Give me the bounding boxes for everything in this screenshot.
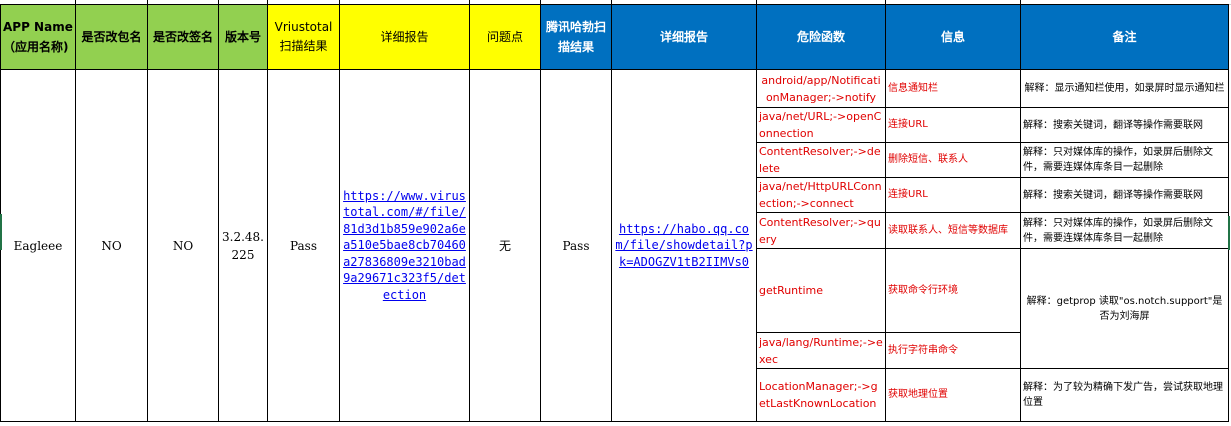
cell-remark[interactable]: 解释：getprop 读取"os.notch.support"是否为刘海屏 <box>1020 248 1229 369</box>
cell-issue[interactable]: 无 <box>469 69 541 422</box>
header-danger-func[interactable]: 危险函数 <box>756 4 886 70</box>
cell-danger-func[interactable]: android/app/NotificationManager;->notify <box>756 69 886 108</box>
tencent-report-link[interactable]: https://habo.qq.com/file/showdetail?pk=A… <box>611 69 757 422</box>
cell-info[interactable]: 连接URL <box>885 177 1021 213</box>
header-version[interactable]: 版本号 <box>218 4 268 70</box>
cell-info[interactable]: 获取命令行环境 <box>885 248 1021 333</box>
cell-danger-func[interactable]: ContentResolver;->query <box>756 212 886 249</box>
header-tencent[interactable]: 腾讯哈勃扫描结果 <box>540 4 612 70</box>
cell-virustotal[interactable]: Pass <box>267 69 340 422</box>
cell-danger-func[interactable]: ContentResolver;->delete <box>756 142 886 178</box>
virustotal-report-link[interactable]: https://www.virustotal.com/#/file/81d3d1… <box>339 69 470 422</box>
cell-info[interactable]: 连接URL <box>885 107 1021 143</box>
cell-info[interactable]: 读取联系人、短信等数据库 <box>885 212 1021 249</box>
cell-danger-func[interactable]: LocationManager;->getLastKnownLocation <box>756 368 886 422</box>
cell-remark[interactable]: 解释：为了较为精确下发广告，尝试获取地理位置 <box>1020 368 1229 422</box>
cell-info[interactable]: 信息通知栏 <box>885 69 1021 108</box>
cell-remark[interactable]: 解释：搜索关键词，翻译等操作需要联网 <box>1020 107 1229 143</box>
selection-marker-left <box>0 214 2 250</box>
cell-remark[interactable]: 解释：只对媒体库的操作，如录屏后删除文件，需要连媒体库条目一起删除 <box>1020 142 1229 178</box>
spreadsheet-table: APP Name（应用名称) 是否改包名 是否改签名 版本号 Vriustota… <box>0 4 1229 422</box>
cell-app-name[interactable]: Eagleee <box>0 69 76 422</box>
selection-marker-right <box>1228 216 1230 250</box>
cell-danger-func[interactable]: java/net/URL;->openConnection <box>756 107 886 143</box>
header-signature-changed[interactable]: 是否改签名 <box>147 4 219 70</box>
cell-remark[interactable]: 解释：显示通知栏使用，如录屏时显示通知栏 <box>1020 69 1229 108</box>
cell-signature-changed[interactable]: NO <box>147 69 219 422</box>
header-tencent-report[interactable]: 详细报告 <box>611 4 757 70</box>
header-app-name[interactable]: APP Name（应用名称) <box>0 4 76 70</box>
header-info[interactable]: 信息 <box>885 4 1021 70</box>
header-virustotal[interactable]: Vriustotal扫描结果 <box>267 4 340 70</box>
cell-danger-func[interactable]: java/lang/Runtime;->exec <box>756 332 886 369</box>
header-virustotal-report[interactable]: 详细报告 <box>339 4 470 70</box>
header-package-changed[interactable]: 是否改包名 <box>75 4 148 70</box>
cell-package-changed[interactable]: NO <box>75 69 148 422</box>
cell-info[interactable]: 删除短信、联系人 <box>885 142 1021 178</box>
cell-version[interactable]: 3.2.48.225 <box>218 69 268 422</box>
cell-info[interactable]: 获取地理位置 <box>885 368 1021 422</box>
header-row: APP Name（应用名称) 是否改包名 是否改签名 版本号 Vriustota… <box>0 4 1229 70</box>
cell-remark[interactable]: 解释：搜索关键词，翻译等操作需要联网 <box>1020 177 1229 213</box>
table-row: Eagleee NO NO 3.2.48.225 Pass https://ww… <box>0 69 1229 422</box>
header-issue[interactable]: 问题点 <box>469 4 541 70</box>
cell-tencent[interactable]: Pass <box>540 69 612 422</box>
cell-danger-func[interactable]: java/net/HttpURLConnection;->connect <box>756 177 886 213</box>
header-remark[interactable]: 备注 <box>1020 4 1229 70</box>
cell-danger-func[interactable]: getRuntime <box>756 248 886 333</box>
cell-remark[interactable]: 解释：只对媒体库的操作，如录屏后删除文件，需要连媒体库条目一起删除 <box>1020 212 1229 249</box>
cell-info[interactable]: 执行字符串命令 <box>885 332 1021 369</box>
